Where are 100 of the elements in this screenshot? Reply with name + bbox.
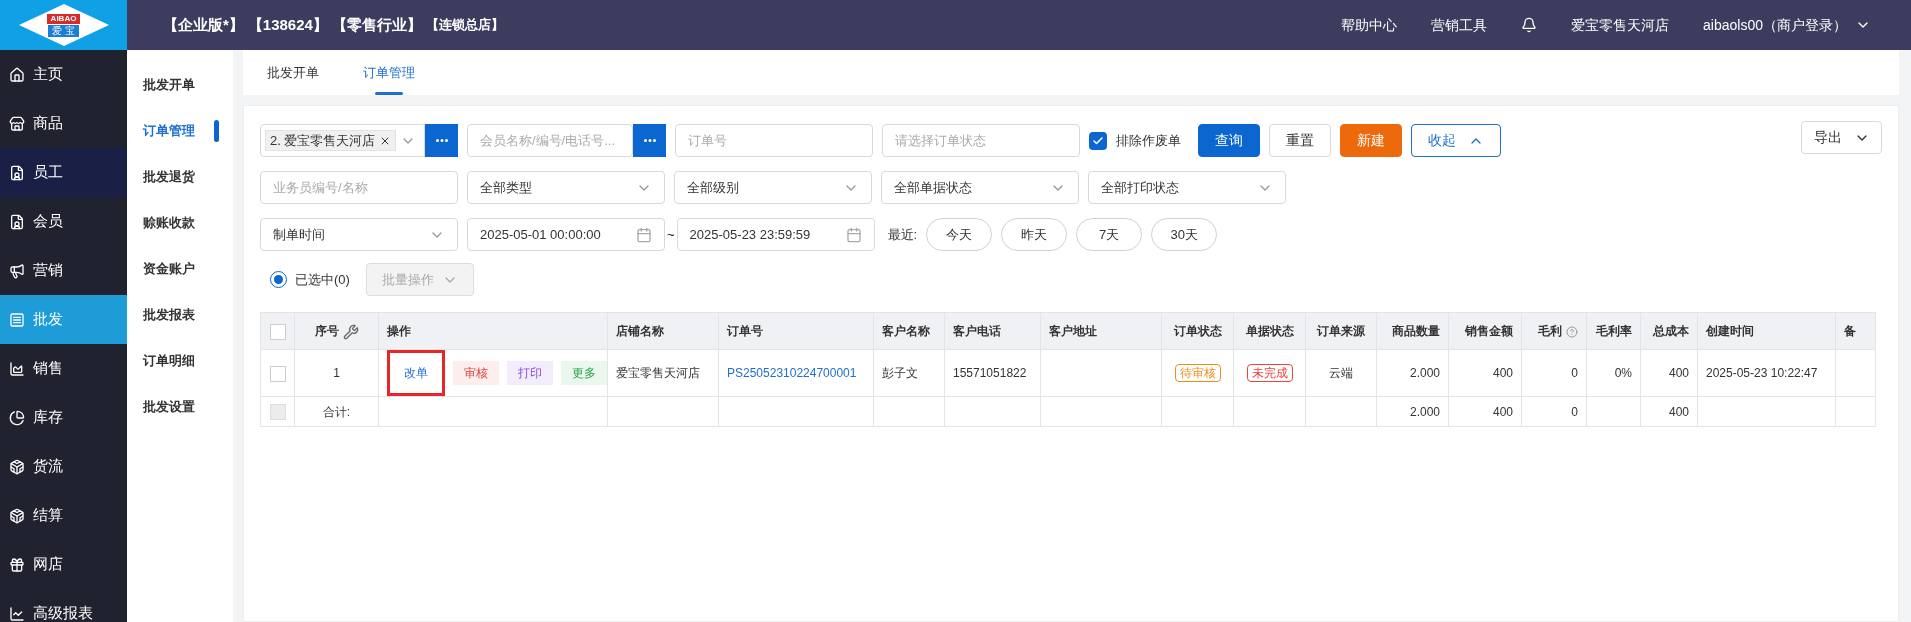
date-field[interactable]: 2025-05-01 00:00:00 — [467, 218, 665, 251]
submenu-item[interactable]: 批发开单 — [127, 62, 233, 108]
column-header: 操作 — [387, 324, 411, 338]
action-button[interactable]: 收起 — [1411, 124, 1501, 157]
table-cell: 400 — [1492, 404, 1513, 419]
select-field[interactable]: 全部打印状态 — [1088, 171, 1286, 204]
bell-icon[interactable] — [1521, 17, 1538, 33]
sidebar-item[interactable]: 员工 — [0, 148, 127, 197]
sidebar-item[interactable]: 高级报表 — [0, 589, 127, 622]
column-header: 备 — [1844, 324, 1856, 338]
tab[interactable]: 订单管理 — [363, 50, 415, 95]
menu-icon — [9, 213, 25, 230]
table-cell: 400 — [1668, 404, 1689, 419]
menu-icon — [9, 556, 25, 573]
table-cell: 爱宝零售天河店 — [616, 366, 700, 380]
account-number: 【138624】 — [247, 14, 328, 35]
column-header: 订单状态 — [1173, 324, 1222, 338]
sidebar-item[interactable]: 主页 — [0, 50, 127, 99]
sidebar-item[interactable]: 结算 — [0, 491, 127, 540]
action-button[interactable]: 重置 — [1269, 124, 1331, 157]
menu-icon — [9, 409, 25, 426]
select-field[interactable]: 全部类型 — [467, 171, 665, 204]
sidebar-item[interactable]: 销售 — [0, 344, 127, 393]
wrench-icon[interactable] — [342, 323, 359, 340]
sidebar-item[interactable]: 商品 — [0, 99, 127, 148]
tab[interactable]: 批发开单 — [267, 50, 319, 95]
submenu-item[interactable]: 订单管理 — [127, 108, 233, 154]
column-header: 销售金额 — [1465, 324, 1513, 338]
input-field[interactable]: 请选择订单状态 — [882, 124, 1080, 157]
table-cell: 云端 — [1329, 366, 1353, 380]
submenu-item[interactable]: 赊账收款 — [127, 200, 233, 246]
select-field[interactable]: 全部级别 — [674, 171, 872, 204]
table-cell: 15571051822 — [953, 366, 1027, 380]
industry-label: 【零售行业】 — [331, 14, 422, 35]
edition-label: 【企业版*】 — [163, 14, 244, 35]
sidebar-item[interactable]: 营销 — [0, 246, 127, 295]
checkbox[interactable] — [269, 365, 286, 382]
menu-icon — [9, 311, 25, 328]
submenu-item[interactable]: 批发报表 — [127, 292, 233, 338]
submenu-item[interactable]: 资金账户 — [127, 246, 233, 292]
column-header: 单据状态 — [1245, 324, 1294, 338]
calendar-icon — [636, 226, 652, 243]
active-indicator — [214, 120, 219, 142]
user-menu[interactable]: aibaols00（商户登录） — [1703, 14, 1871, 36]
table-cell: 400 — [1492, 366, 1513, 380]
submenu-item[interactable]: 订单明细 — [127, 338, 233, 384]
menu-icon — [9, 66, 25, 83]
ellipsis-icon — [435, 139, 448, 142]
logo-text: AIBAO — [46, 13, 81, 24]
input-field[interactable]: 订单号 — [675, 124, 873, 157]
table-cell: 1 — [333, 366, 340, 380]
checkbox-label: 排除作废单 — [1116, 131, 1181, 150]
submenu-item[interactable]: 批发设置 — [127, 384, 233, 430]
calendar-icon — [845, 226, 862, 243]
sidebar-item[interactable]: 货流 — [0, 442, 127, 491]
action-button[interactable]: 查询 — [1198, 124, 1260, 157]
row-action-button[interactable]: 改单 — [387, 350, 445, 396]
store-tag: 2. 爱宝零售天河店 — [265, 129, 397, 152]
row-action-button[interactable]: 审核 — [453, 361, 499, 385]
column-header: 总成本 — [1653, 324, 1689, 338]
input-field[interactable]: 业务员编号/名称 — [260, 171, 458, 204]
sidebar-item[interactable]: 会员 — [0, 197, 127, 246]
menu-icon — [9, 115, 25, 132]
checkbox[interactable] — [1089, 131, 1107, 150]
header-link[interactable]: 营销工具 — [1431, 14, 1488, 36]
date-field[interactable]: 2025-05-23 23:59:59 — [676, 218, 875, 251]
table-cell: 0% — [1614, 366, 1632, 380]
column-header: 店铺名称 — [616, 324, 664, 338]
select-field[interactable]: 制单时间 — [260, 218, 458, 251]
header-link[interactable]: 帮助中心 — [1341, 14, 1398, 36]
sidebar-item[interactable]: 网店 — [0, 540, 127, 589]
input-field[interactable]: 会员名称/编号/电话号... — [467, 124, 633, 157]
column-header: 序号 — [314, 324, 339, 338]
total-label: 合计: — [322, 404, 351, 419]
row-action-button[interactable]: 打印 — [507, 361, 553, 385]
checkbox[interactable] — [269, 323, 286, 340]
help-icon — [1566, 325, 1578, 338]
range-separator: ~ — [667, 225, 675, 244]
sidebar-item[interactable]: 库存 — [0, 393, 127, 442]
column-header: 客户名称 — [882, 324, 930, 338]
export-button[interactable]: 导出 — [1801, 121, 1882, 154]
menu-icon — [9, 262, 25, 279]
column-header: 创建时间 — [1706, 324, 1754, 338]
submenu-item[interactable]: 批发退货 — [127, 154, 233, 200]
recent-label: 最近: — [887, 225, 918, 244]
menu-icon — [9, 605, 25, 622]
status-tag: 待审核 — [1174, 364, 1221, 382]
table-cell: 0 — [1571, 404, 1578, 419]
table-cell: 2025-05-23 10:22:47 — [1706, 366, 1818, 380]
selected-count: 已选中(0) — [295, 270, 350, 289]
menu-icon — [9, 458, 25, 475]
store-name[interactable]: 爱宝零售天河店 — [1571, 14, 1670, 36]
store-type-label: 【连锁总店】 — [425, 16, 504, 35]
table-cell: 彭子文 — [882, 366, 918, 380]
column-header: 毛利 — [1538, 324, 1562, 338]
ellipsis-icon — [643, 139, 656, 142]
column-header: 商品数量 — [1392, 324, 1440, 338]
check-icon — [1092, 134, 1104, 147]
select-field[interactable]: 全部单据状态 — [881, 171, 1079, 204]
store-select[interactable]: 2. 爱宝零售天河店 — [260, 124, 425, 157]
